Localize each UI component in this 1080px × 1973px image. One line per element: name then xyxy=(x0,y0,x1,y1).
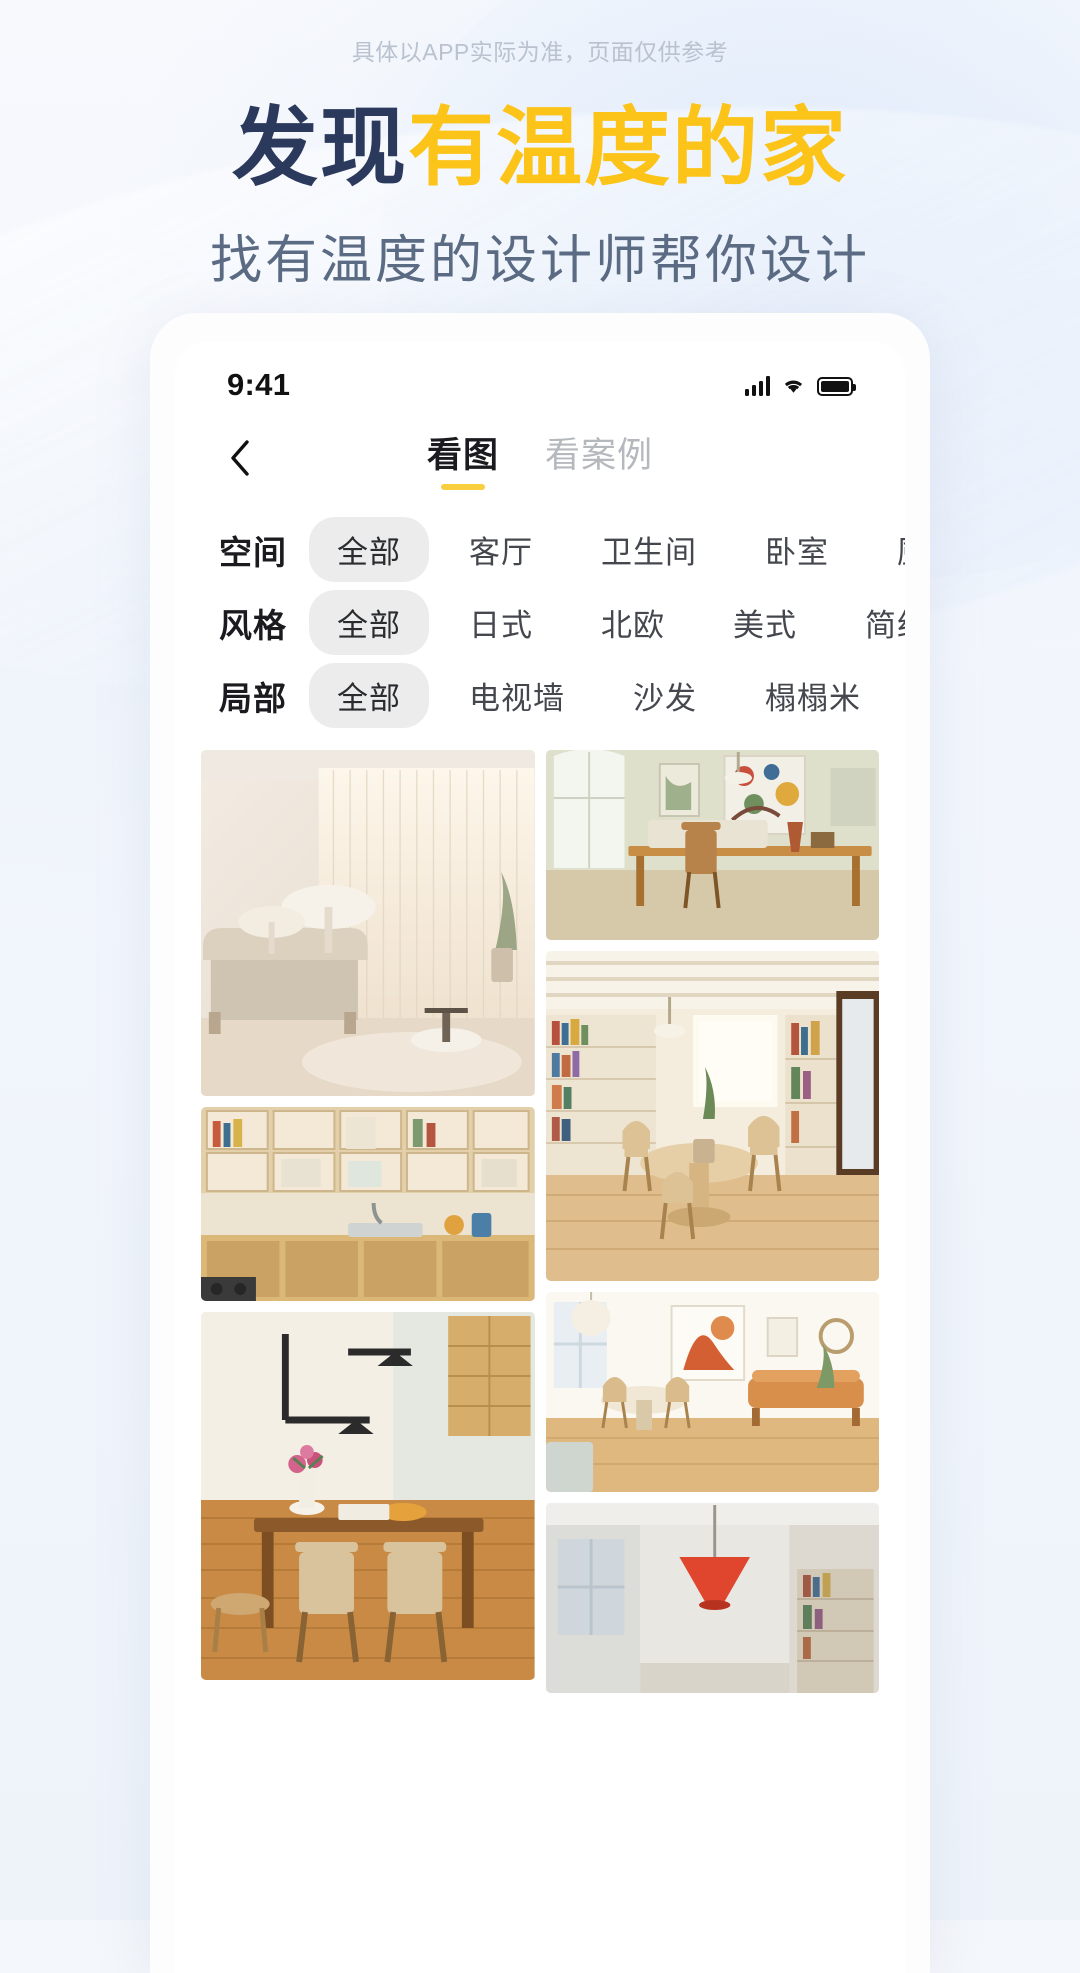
battery-full-icon xyxy=(817,376,856,396)
filter-chip-detail-tvwall[interactable]: 电视墙 xyxy=(441,663,593,728)
filter-chip-style-minimal[interactable]: 简约 xyxy=(837,590,905,655)
filter-chip-space-bedroom[interactable]: 卧室 xyxy=(737,517,857,582)
filter-chip-space-living[interactable]: 客厅 xyxy=(441,517,561,582)
page-title-dark: 发现 xyxy=(232,100,408,196)
photo-living-room-orange-art[interactable] xyxy=(545,1292,879,1492)
filter-chip-space-kitchen[interactable]: 厨房 xyxy=(869,517,905,582)
gallery-column-right xyxy=(545,750,879,1693)
status-bar: 9:41 xyxy=(175,341,905,415)
filter-label-style: 风格 xyxy=(219,606,287,644)
status-bar-icons xyxy=(744,375,856,396)
filter-chip-style-all[interactable]: 全部 xyxy=(309,590,429,655)
photo-kitchen-open-shelving[interactable] xyxy=(201,1107,535,1301)
page-wrapper: 具体以APP实际为准，页面仅供参考 发现有温度的家 找有温度的设计师帮你设计 9… xyxy=(0,0,1080,1973)
filter-row-style: 风格 全部 日式 北欧 美式 简约 轻奢 xyxy=(175,586,905,659)
photo-gallery xyxy=(175,740,905,1693)
tab-bar: 看图 看案例 xyxy=(175,427,905,490)
filter-chip-style-japanese[interactable]: 日式 xyxy=(441,590,561,655)
gallery-column-left xyxy=(201,750,535,1693)
disclaimer-text: 具体以APP实际为准，页面仅供参考 xyxy=(351,39,729,65)
cellular-signal-icon xyxy=(744,375,770,396)
page-subtitle: 找有温度的设计师帮你设计 xyxy=(209,232,870,291)
photo-study-desk-artwork[interactable] xyxy=(545,750,879,940)
page-title: 发现有温度的家 xyxy=(0,100,1080,196)
chevron-left-icon xyxy=(231,440,249,476)
filter-label-detail: 局部 xyxy=(219,679,287,717)
filter-chip-detail-sofa[interactable]: 沙发 xyxy=(605,663,725,728)
tab-kan-an-li[interactable]: 看案例 xyxy=(545,427,653,490)
photo-dining-room-wood-table[interactable] xyxy=(201,1312,535,1680)
filter-chip-detail-ceiling[interactable]: 吊顶 xyxy=(901,663,905,728)
app-navbar: 看图 看案例 xyxy=(175,415,905,501)
filter-chip-space-bathroom[interactable]: 卫生间 xyxy=(573,517,725,582)
filter-row-detail: 局部 全部 电视墙 沙发 榻榻米 吊顶 干湿 xyxy=(175,659,905,732)
status-bar-clock: 9:41 xyxy=(227,367,291,402)
filter-chip-space-all[interactable]: 全部 xyxy=(309,517,429,582)
photo-living-room-curtain-sofa[interactable] xyxy=(201,750,535,1096)
back-button[interactable] xyxy=(219,438,259,478)
tab-kan-tu[interactable]: 看图 xyxy=(427,427,499,490)
photo-bookshelf-round-table[interactable] xyxy=(545,951,879,1281)
photo-red-pendant-lamp-room[interactable] xyxy=(545,1503,879,1693)
wifi-icon xyxy=(781,376,806,396)
page-title-gold: 有温度的家 xyxy=(408,100,848,196)
filter-chip-style-american[interactable]: 美式 xyxy=(705,590,825,655)
filter-chip-detail-all[interactable]: 全部 xyxy=(309,663,429,728)
filter-row-space: 空间 全部 客厅 卫生间 卧室 厨房 餐厅 xyxy=(175,513,905,586)
filter-chip-detail-tatami[interactable]: 榻榻米 xyxy=(737,663,889,728)
filter-panel: 空间 全部 客厅 卫生间 卧室 厨房 餐厅 风格 全部 日式 北欧 美式 简约 … xyxy=(175,501,905,740)
filter-chip-style-nordic[interactable]: 北欧 xyxy=(573,590,693,655)
filter-label-space: 空间 xyxy=(219,533,287,571)
phone-mockup: 9:41 看图 看案例 空间 全部 客厅 卫生间 卧室 风格 全部 日式 北欧 … xyxy=(150,313,930,1973)
phone-screen: 9:41 看图 看案例 空间 全部 客厅 卫生间 卧室 风格 全部 日式 北欧 … xyxy=(175,341,905,1973)
